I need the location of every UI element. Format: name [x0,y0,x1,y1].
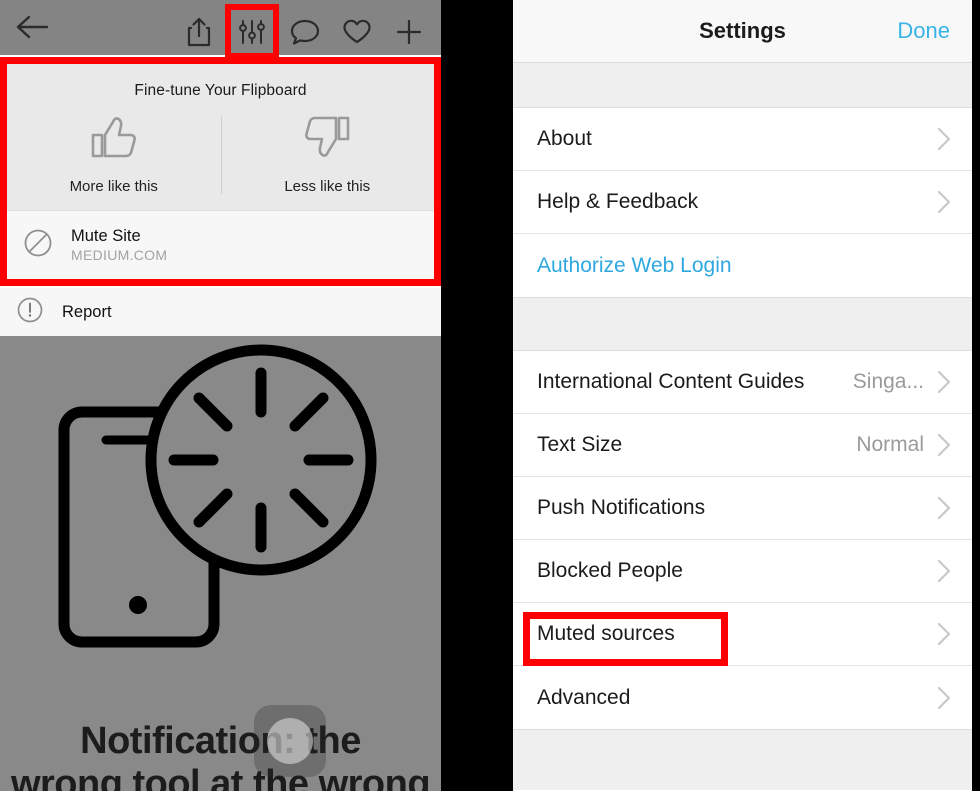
exclamation-circle-icon [16,296,44,329]
app-badge-ring [267,718,313,764]
phone-with-notification-burst-icon [28,340,428,680]
chevron-right-icon [936,495,952,521]
chevron-right-icon [936,189,952,215]
thumbs-down-icon [301,115,353,166]
settings-row-label: Blocked People [537,559,683,582]
settings-row-value: Singa... [852,370,924,393]
settings-header: Settings Done [513,0,972,63]
screenshot-root: Fine-tune Your Flipboard More like this [0,0,980,791]
sliders-icon[interactable] [225,4,279,59]
back-arrow-icon[interactable] [14,10,50,44]
report-label: Report [62,302,112,321]
settings-row-label: Authorize Web Login [537,253,732,277]
article-toolbar [0,0,441,59]
mute-site-title: Mute Site [71,227,141,245]
settings-row-label: Advanced [537,685,631,709]
more-like-this-button[interactable]: More like this [7,100,221,210]
settings-row-value: Normal [856,433,924,456]
section-gap-middle [513,297,972,351]
mute-site-domain: MEDIUM.COM [71,247,168,263]
chevron-right-icon [936,558,952,584]
settings-row-label: Text Size [537,433,623,456]
settings-row-text-size[interactable]: Text Size Normal [513,414,972,477]
toolbar-actions [173,4,435,59]
chevron-right-icon [936,369,952,395]
no-entry-icon [23,228,53,263]
chevron-right-icon [936,432,952,458]
fine-tune-title: Fine-tune Your Flipboard [134,82,307,99]
left-phone-screen: Fine-tune Your Flipboard More like this [0,0,441,791]
settings-group-1: About Help & Feedback Authorize Web Logi… [513,108,972,297]
fine-tune-menu: Fine-tune Your Flipboard More like this [0,57,441,286]
settings-screen: Settings Done About Help & Feedback Auth… [513,0,976,791]
app-badge-icon[interactable] [254,705,326,777]
thumbs-up-icon [88,115,140,166]
plus-icon[interactable] [383,8,435,56]
settings-row-label: Help & Feedback [537,190,699,213]
chevron-right-icon [936,685,952,711]
done-button[interactable]: Done [897,18,950,44]
settings-row-blocked-people[interactable]: Blocked People [513,540,972,603]
less-like-this-button[interactable]: Less like this [221,100,435,210]
comment-bubble-icon[interactable] [279,8,331,56]
settings-row-authorize-web-login[interactable]: Authorize Web Login [513,234,972,297]
chevron-right-icon [936,621,952,647]
heart-icon[interactable] [331,8,383,56]
settings-row-label: About [537,127,592,150]
report-row[interactable]: Report [0,288,441,336]
settings-row-about[interactable]: About [513,108,972,171]
article-headline: Notification: the wrong tool at the wron… [0,720,441,791]
section-gap-top [513,63,972,108]
settings-row-advanced[interactable]: Advanced [513,666,972,729]
feedback-buttons-row: More like this Less like this [7,100,434,210]
vertical-divider [220,116,222,194]
settings-row-muted-sources[interactable]: Muted sources [513,603,972,666]
article-content: Notification: the wrong tool at the wron… [0,336,441,791]
settings-row-international-content-guides[interactable]: International Content Guides Singa... [513,351,972,414]
settings-row-label: International Content Guides [537,370,805,393]
settings-row-label: Push Notifications [537,496,706,519]
section-gap-bottom [513,729,972,790]
mute-site-row[interactable]: Mute Site MEDIUM.COM [7,210,434,279]
headline-line-2: wrong tool at the wrong time [10,762,431,791]
settings-row-push-notifications[interactable]: Push Notifications [513,477,972,540]
mute-site-texts: Mute Site MEDIUM.COM [71,227,167,263]
settings-group-2: International Content Guides Singa... Te… [513,351,972,729]
settings-row-label: Muted sources [537,622,675,645]
more-like-this-label: More like this [69,178,158,195]
chevron-right-icon [936,126,952,152]
less-like-this-label: Less like this [284,178,371,195]
share-icon[interactable] [173,8,225,56]
settings-row-help-feedback[interactable]: Help & Feedback [513,171,972,234]
